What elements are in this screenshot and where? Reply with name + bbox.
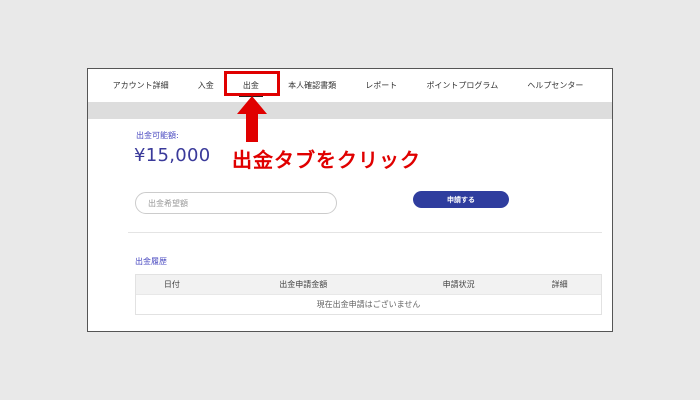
up-arrow-icon: [237, 96, 267, 142]
app-window: アカウント詳細 入金 出金 本人確認書類 レポート ポイントプログラム ヘルプセ…: [87, 68, 613, 332]
withdraw-amount-input[interactable]: [135, 192, 337, 214]
section-divider: [128, 232, 602, 233]
empty-state-message: 現在出金申請はございません: [136, 294, 601, 314]
available-amount-label: 出金可能額:: [136, 131, 179, 140]
withdraw-history-table: 日付 出金申請金額 申請状況 詳細 現在出金申請はございません: [135, 274, 602, 315]
table-header: 日付 出金申請金額 申請状況 詳細: [136, 275, 601, 294]
header-band: [88, 102, 612, 119]
tab-reports[interactable]: レポート: [365, 80, 397, 91]
column-header-detail: 詳細: [551, 280, 568, 289]
tab-help-center[interactable]: ヘルプセンター: [527, 80, 583, 91]
tab-deposit[interactable]: 入金: [198, 80, 214, 91]
available-amount-value: ¥15,000: [134, 145, 211, 166]
tab-account-details[interactable]: アカウント詳細: [113, 80, 169, 91]
column-header-amount: 出金申請金額: [279, 280, 328, 289]
column-header-status: 申請状況: [442, 280, 475, 289]
tab-point-program[interactable]: ポイントプログラム: [426, 80, 498, 91]
apply-button[interactable]: 申請する: [413, 191, 509, 208]
highlight-box: [224, 71, 280, 96]
column-header-date: 日付: [163, 280, 180, 289]
withdraw-history-title: 出金履歴: [135, 257, 167, 266]
main-nav: アカウント詳細 入金 出金 本人確認書類 レポート ポイントプログラム ヘルプセ…: [88, 69, 612, 102]
instruction-callout: 出金タブをクリック: [232, 148, 421, 172]
tab-identity-documents[interactable]: 本人確認書類: [288, 80, 336, 91]
